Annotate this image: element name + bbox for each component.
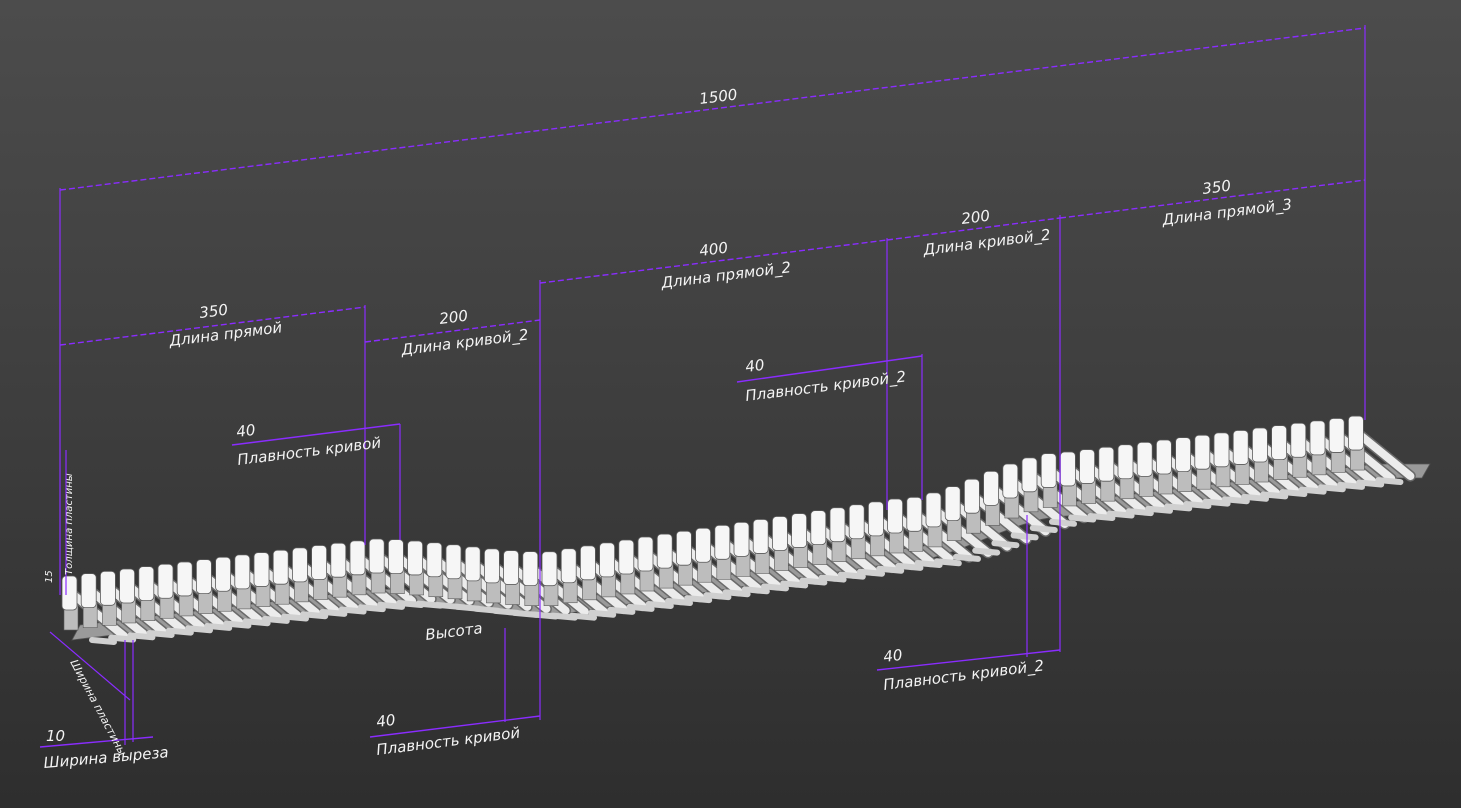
cad-viewport[interactable]: 1500 350 Длина прямой 200 Длина кривой_2… [0, 0, 1461, 808]
dimension-value: 40 [882, 646, 903, 666]
dimension-value: 40 [235, 421, 256, 441]
dimension-value: 40 [375, 711, 396, 731]
dimension-label: Толщина пластины [64, 473, 75, 575]
dimension-value: 40 [744, 356, 765, 376]
viewport-background [0, 0, 1461, 808]
dimension-value: 350 [198, 301, 229, 322]
dimension-value: 400 [698, 239, 729, 260]
dimension-value: 200 [960, 207, 991, 228]
dimension-value: 15 [44, 570, 55, 583]
dimension-value: 200 [438, 307, 469, 328]
dimension-value: 350 [1201, 177, 1232, 198]
dimension-value: 10 [46, 727, 65, 745]
